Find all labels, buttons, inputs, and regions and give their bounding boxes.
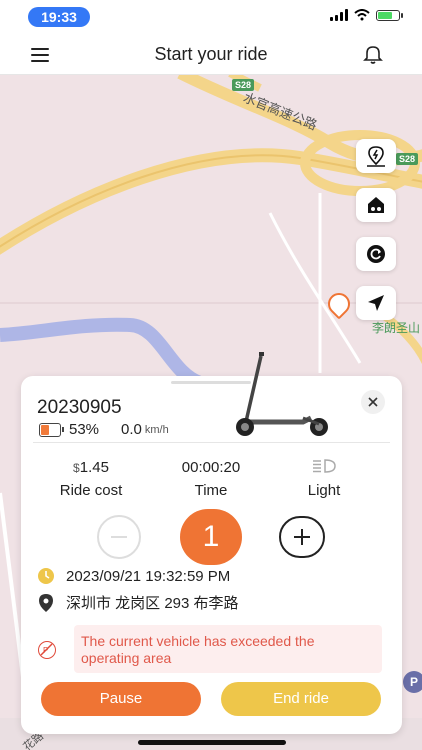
divider: [33, 442, 390, 443]
time-label: Time: [194, 482, 228, 499]
light-label: Light: [307, 482, 341, 499]
ride-address: 深圳市 龙岗区 293 布李路: [66, 595, 239, 612]
close-button[interactable]: [361, 390, 385, 414]
speed-unit: km/h: [144, 423, 169, 436]
time-value: 00:00:20: [181, 459, 241, 476]
decrease-button[interactable]: [97, 515, 141, 559]
speed-value: 0.0: [121, 421, 142, 438]
home-indicator[interactable]: [138, 740, 286, 745]
close-icon: [368, 397, 378, 407]
location-pin-icon: [39, 593, 53, 612]
address-row: 深圳市 龙岗区 293 布李路: [37, 592, 239, 613]
end-ride-button[interactable]: End ride: [221, 682, 381, 716]
parking-button[interactable]: [356, 139, 396, 173]
locate-button[interactable]: [356, 286, 396, 320]
battery-percent: 53%: [69, 421, 100, 438]
minus-icon: [111, 536, 127, 538]
locate-icon: [368, 295, 384, 311]
status-bar: 19:33: [0, 0, 422, 34]
increase-button[interactable]: [279, 516, 325, 558]
time-stat: 00:00:20 Time: [156, 458, 266, 499]
scooter-battery-icon: [39, 422, 64, 437]
wifi-icon: [354, 9, 370, 21]
count-display: 1: [180, 509, 242, 565]
app-header: Start your ride: [0, 34, 422, 75]
datetime-row: 2023/09/21 19:32:59 PM: [37, 567, 230, 585]
pause-button[interactable]: Pause: [41, 682, 201, 716]
parking-icon: [367, 146, 385, 167]
home-icon: [368, 197, 384, 213]
clock-icon: [38, 568, 54, 584]
ride-cost-stat: $1.45 Ride cost: [36, 458, 146, 499]
ride-cost-label: Ride cost: [59, 482, 123, 499]
headlight-icon: [313, 459, 336, 473]
home-button[interactable]: [356, 188, 396, 222]
signal-icon: [330, 9, 348, 21]
scooter-image: [236, 352, 328, 436]
page-title: Start your ride: [154, 44, 268, 64]
vehicle-id: 20230905: [37, 397, 122, 418]
light-toggle[interactable]: Light: [269, 458, 379, 499]
currency-symbol: $: [73, 461, 80, 475]
place-label: 李朗圣山: [372, 321, 421, 335]
svg-text:P: P: [43, 646, 48, 655]
poi-p-icon[interactable]: P: [403, 671, 422, 693]
bell-icon[interactable]: [362, 43, 384, 65]
refresh-button[interactable]: [356, 237, 396, 271]
status-time: 19:33: [28, 7, 90, 27]
plus-icon: [294, 529, 310, 545]
warning-text: The current vehicle has exceeded the ope…: [81, 633, 315, 666]
no-parking-icon: P: [38, 641, 56, 659]
refresh-icon: [367, 245, 385, 263]
ride-cost-value: 1.45: [79, 459, 109, 476]
road-shield: S28: [396, 153, 419, 165]
warning-box: The current vehicle has exceeded the ope…: [74, 625, 382, 673]
ride-panel: 20230905 53% 0.0 km/h $1.45 Ride cost 00…: [21, 352, 402, 734]
battery-icon: [376, 9, 403, 21]
ride-datetime: 2023/09/21 19:32:59 PM: [66, 567, 231, 585]
